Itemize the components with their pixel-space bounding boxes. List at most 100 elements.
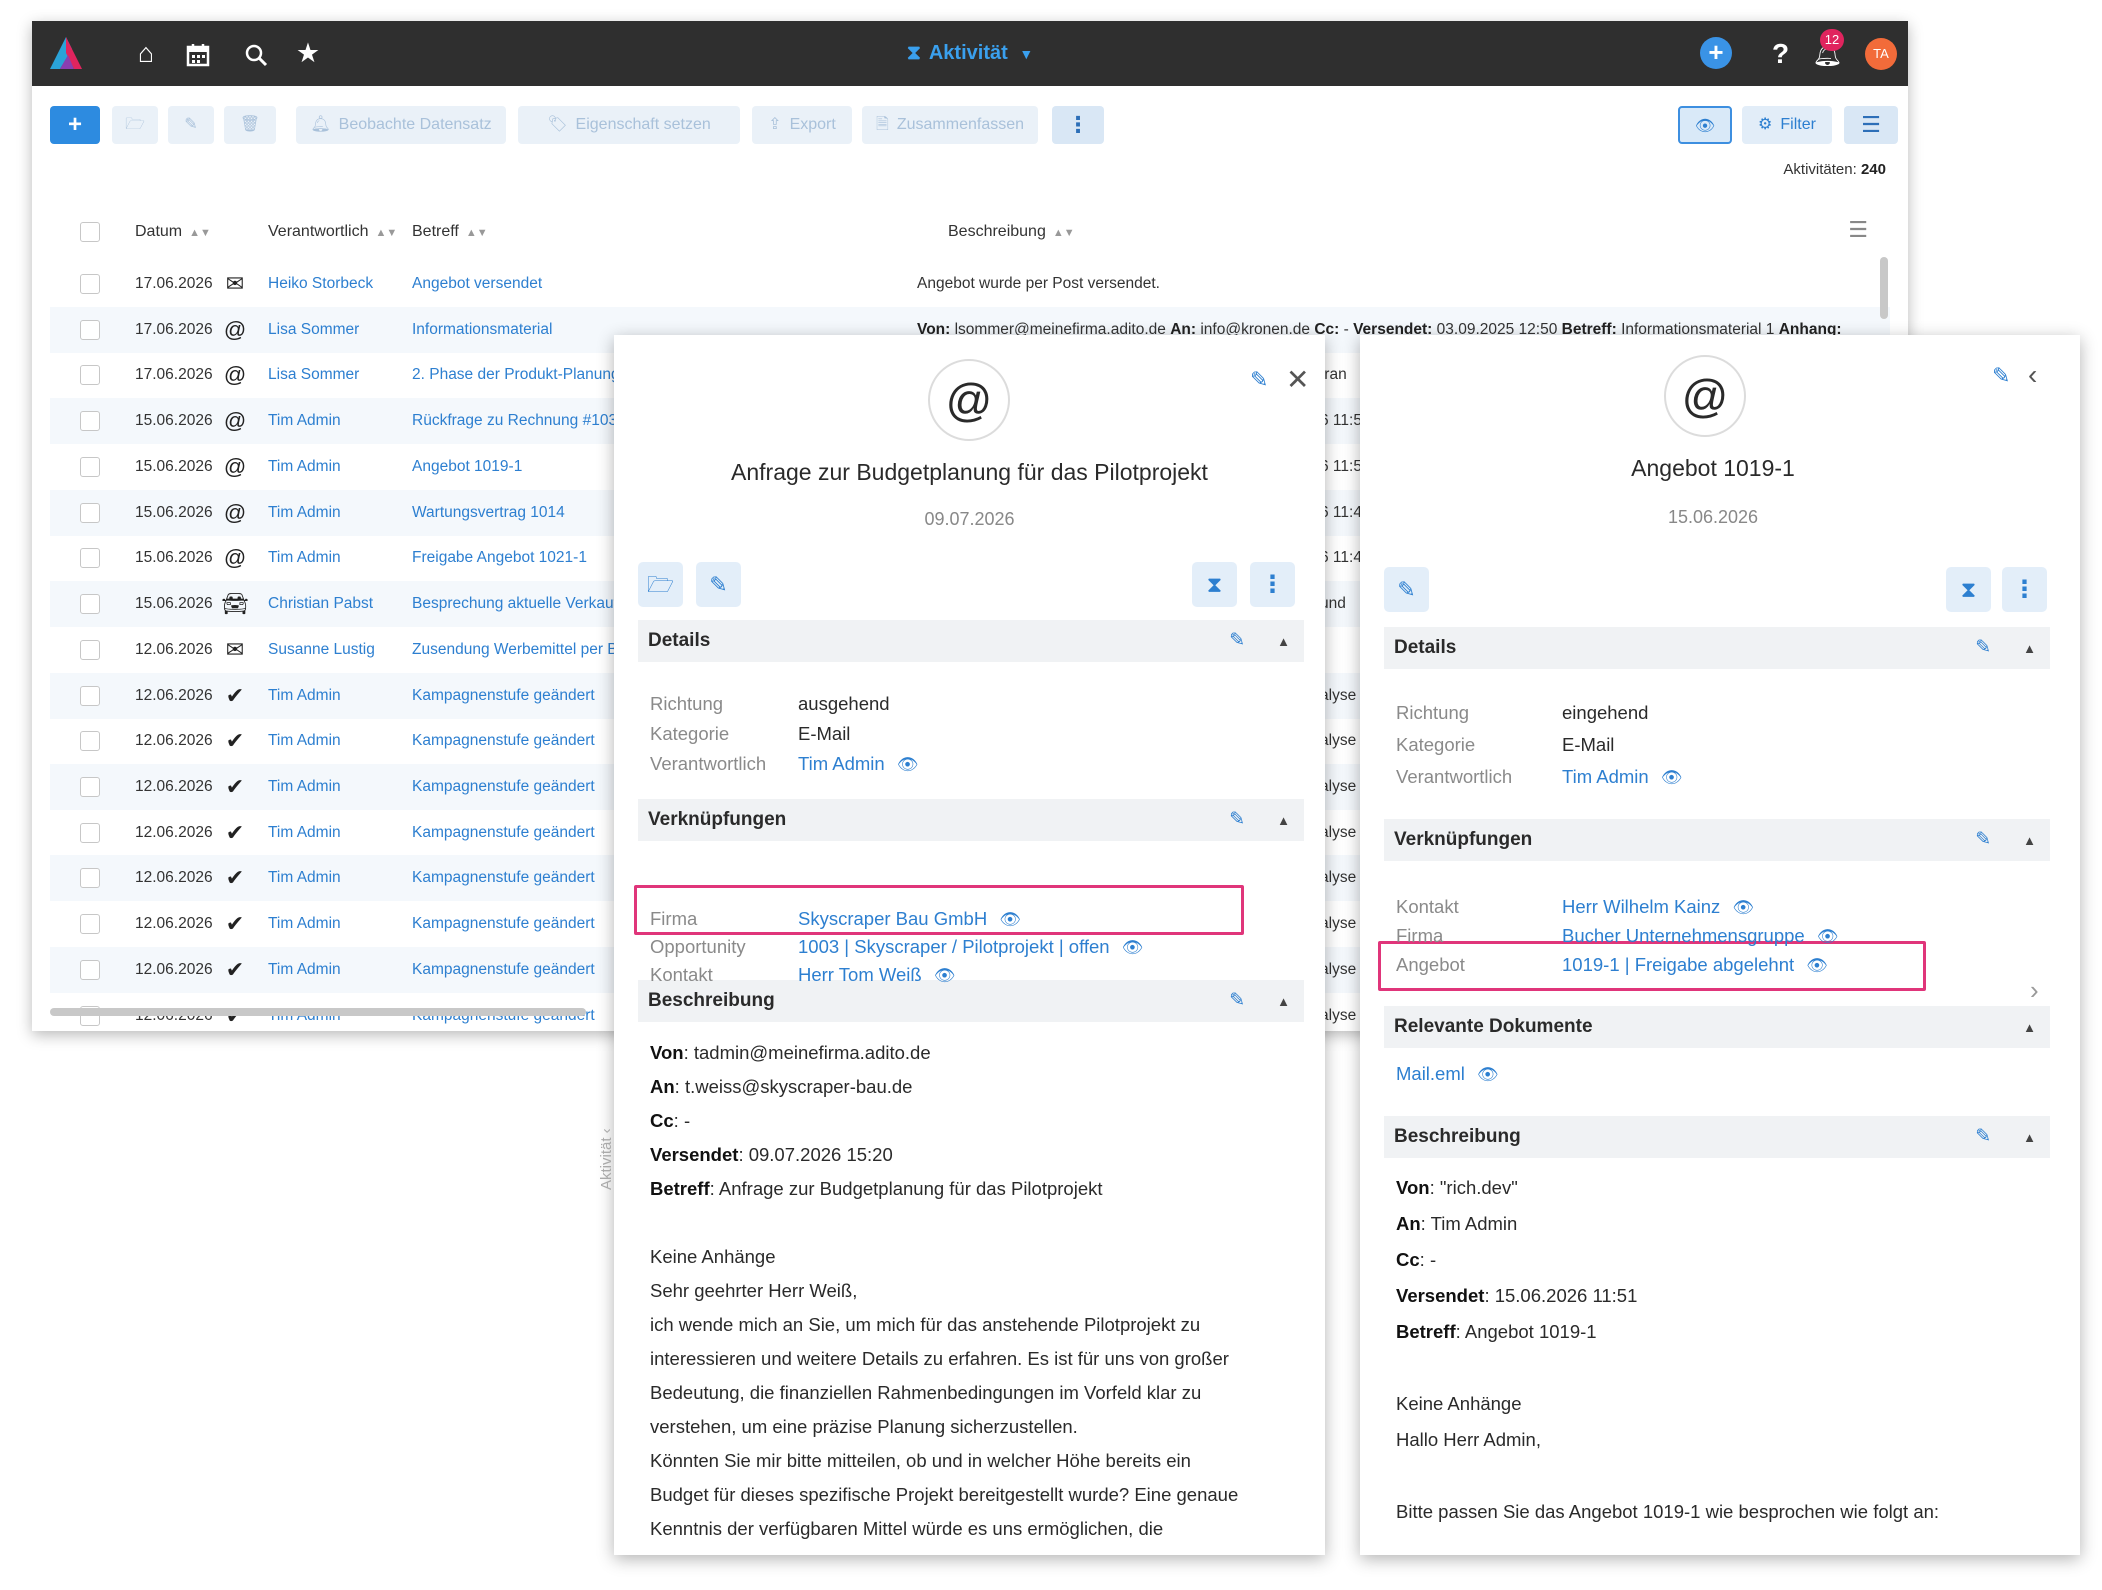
column-header-date[interactable]: Datum ▲▼ (135, 211, 211, 253)
horizontal-scrollbar[interactable] (50, 1008, 586, 1016)
more-actions-button[interactable]: ⋮ (2002, 567, 2047, 612)
row-owner-link[interactable]: Tim Admin (268, 901, 408, 947)
open-folder-button[interactable]: 🗁 (112, 106, 158, 144)
preview-toggle-button[interactable]: 👁︎ (1678, 106, 1732, 144)
filter-button[interactable]: ⚙︎ Filter (1742, 106, 1832, 144)
column-menu-icon[interactable]: ☰ (1848, 217, 1868, 243)
collapse-caret-icon[interactable]: ▲ (2023, 1020, 2036, 1035)
delete-button[interactable]: 🗑︎ (224, 106, 276, 144)
row-owner-link[interactable]: Tim Admin (268, 718, 408, 764)
row-owner-link[interactable]: Heiko Storbeck (268, 261, 408, 307)
edit-pencil-icon[interactable]: ✎ (1975, 1126, 1991, 1147)
more-actions-button[interactable]: ⋮ (1052, 106, 1104, 144)
eye-icon[interactable]: 👁︎ (1732, 898, 1754, 917)
open-folder-button[interactable]: 🗁 (638, 562, 683, 607)
row-checkbox[interactable] (80, 914, 100, 934)
section-header-description[interactable]: Beschreibung ✎ ▲ (1384, 1116, 2050, 1158)
document-link[interactable]: Mail.eml 👁︎ (1396, 1063, 1498, 1085)
section-header-details[interactable]: Details ✎ ▲ (638, 620, 1304, 662)
edit-button[interactable]: ✎ (1384, 567, 1429, 612)
row-checkbox[interactable] (80, 548, 100, 568)
row-checkbox[interactable] (80, 411, 100, 431)
edit-button[interactable]: ✎ (168, 106, 214, 144)
edit-pencil-icon[interactable]: ✎ (1229, 809, 1245, 830)
quick-create-icon[interactable]: + (1700, 37, 1732, 69)
row-checkbox[interactable] (80, 457, 100, 477)
module-selector[interactable]: ⧗ Aktivität ▼ (32, 21, 1908, 87)
row-owner-link[interactable]: Susanne Lustig (268, 627, 408, 673)
set-property-button[interactable]: 🏷︎ Eigenschaft setzen (518, 106, 740, 144)
row-owner-link[interactable]: Tim Admin (268, 947, 408, 993)
row-owner-link[interactable]: Christian Pabst (268, 581, 408, 627)
collapse-caret-icon[interactable]: ▲ (1277, 634, 1290, 649)
row-owner-link[interactable]: Tim Admin (268, 855, 408, 901)
row-owner-link[interactable]: Tim Admin (268, 673, 408, 719)
more-actions-button[interactable]: ⋮ (1250, 562, 1295, 607)
row-checkbox[interactable] (80, 640, 100, 660)
eye-icon[interactable]: 👁︎ (1477, 1065, 1499, 1084)
user-avatar[interactable]: TA (1865, 38, 1897, 70)
new-button[interactable]: + (50, 106, 100, 144)
field-link[interactable]: Tim Admin 👁︎ (1562, 766, 1682, 788)
side-tab-activity[interactable]: Aktivität ‹ (598, 1128, 615, 1190)
edit-pencil-icon[interactable]: ✎ (1975, 829, 1991, 850)
activity-button[interactable]: ⧗ (1192, 562, 1237, 607)
section-header-description[interactable]: Beschreibung ✎ ▲ (638, 980, 1304, 1022)
edit-pencil-icon[interactable]: ✎ (1229, 990, 1245, 1011)
row-checkbox[interactable] (80, 320, 100, 340)
row-checkbox[interactable] (80, 503, 100, 523)
vertical-scrollbar[interactable] (1880, 257, 1888, 319)
row-owner-link[interactable]: Tim Admin (268, 490, 408, 536)
row-checkbox[interactable] (80, 365, 100, 385)
section-header-details[interactable]: Details ✎ ▲ (1384, 627, 2050, 669)
field-link[interactable]: Skyscraper Bau GmbH 👁︎ (798, 908, 1021, 930)
eye-icon[interactable]: 👁︎ (1817, 927, 1839, 946)
edit-pencil-icon[interactable]: ✎ (1975, 637, 1991, 658)
row-owner-link[interactable]: Tim Admin (268, 535, 408, 581)
collapse-caret-icon[interactable]: ▲ (2023, 641, 2036, 656)
select-all-checkbox[interactable] (80, 222, 100, 242)
row-checkbox[interactable] (80, 594, 100, 614)
collapse-caret-icon[interactable]: ▲ (1277, 813, 1290, 828)
column-header-owner[interactable]: Verantwortlich ▲▼ (268, 211, 397, 253)
row-checkbox[interactable] (80, 274, 100, 294)
eye-icon[interactable]: 👁︎ (999, 910, 1021, 929)
field-link[interactable]: Bucher Unternehmensgruppe 👁︎ (1562, 925, 1838, 947)
row-checkbox[interactable] (80, 868, 100, 888)
edit-button[interactable]: ✎ (696, 562, 741, 607)
edit-pencil-icon[interactable]: ✎ (1250, 367, 1268, 393)
collapse-caret-icon[interactable]: ▲ (2023, 833, 2036, 848)
section-header-links[interactable]: Verknüpfungen ✎ ▲ (1384, 819, 2050, 861)
row-checkbox[interactable] (80, 686, 100, 706)
chevron-right-icon[interactable]: › (2030, 975, 2039, 1006)
row-subject-link[interactable]: Angebot versendet (412, 261, 932, 307)
merge-button[interactable]: 🗎 Zusammenfassen (862, 106, 1038, 144)
eye-icon[interactable]: 👁︎ (897, 755, 919, 774)
collapse-caret-icon[interactable]: ▲ (2023, 1130, 2036, 1145)
edit-pencil-icon[interactable]: ✎ (1992, 363, 2010, 389)
row-owner-link[interactable]: Tim Admin (268, 810, 408, 856)
collapse-left-icon[interactable]: ‹ (2028, 359, 2037, 391)
eye-icon[interactable]: 👁︎ (1122, 938, 1144, 957)
field-link[interactable]: 1003 | Skyscraper / Pilotprojekt | offen… (798, 936, 1143, 958)
field-link[interactable]: Tim Admin 👁︎ (798, 753, 918, 775)
export-button[interactable]: ⇪ Export (752, 106, 852, 144)
collapse-caret-icon[interactable]: ▲ (1277, 994, 1290, 1009)
column-header-description[interactable]: Beschreibung ▲▼ (948, 211, 1075, 253)
field-link[interactable]: Herr Tom Weiß 👁︎ (798, 964, 955, 986)
eye-icon[interactable]: 👁︎ (1661, 768, 1683, 787)
section-header-links[interactable]: Verknüpfungen ✎ ▲ (638, 799, 1304, 841)
list-view-button[interactable]: ☰ (1844, 106, 1898, 144)
row-owner-link[interactable]: Tim Admin (268, 764, 408, 810)
table-row[interactable]: 17.06.2026 ✉ Heiko Storbeck Angebot versend… (50, 261, 1890, 307)
column-header-subject[interactable]: Betreff ▲▼ (412, 211, 488, 253)
row-checkbox[interactable] (80, 731, 100, 751)
watch-record-button[interactable]: 🔔︎ Beobachte Datensatz (296, 106, 506, 144)
section-header-documents[interactable]: Relevante Dokumente ▲ (1384, 1006, 2050, 1048)
close-icon[interactable]: ✕ (1286, 363, 1309, 396)
help-icon[interactable]: ? (1772, 21, 1789, 86)
field-link[interactable]: 1019-1 | Freigabe abgelehnt 👁︎ (1562, 954, 1828, 976)
field-link[interactable]: Herr Wilhelm Kainz 👁︎ (1562, 896, 1754, 918)
row-owner-link[interactable]: Tim Admin (268, 444, 408, 490)
eye-icon[interactable]: 👁︎ (1806, 956, 1828, 975)
